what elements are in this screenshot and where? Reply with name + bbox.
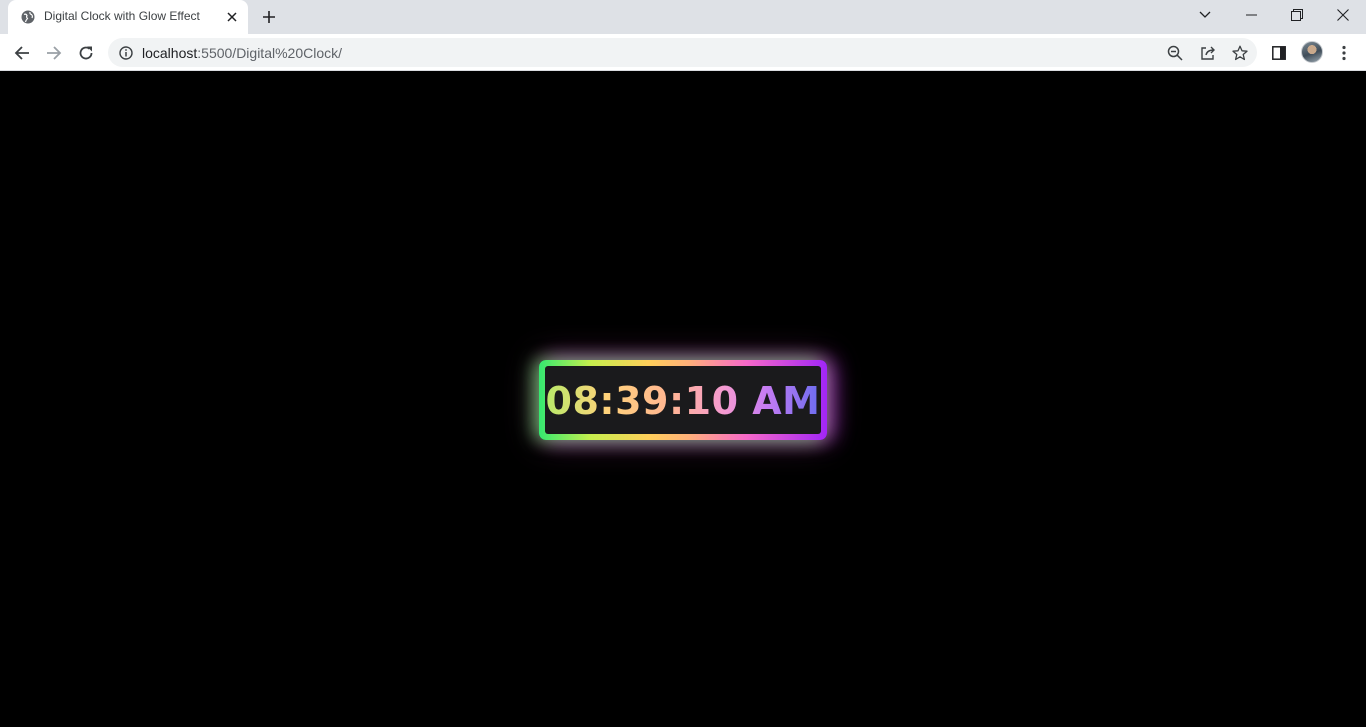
share-icon[interactable] (1199, 44, 1217, 62)
browser-toolbar: localhost:5500/Digital%20Clock/ (0, 34, 1366, 71)
globe-icon (21, 10, 35, 24)
profile-avatar[interactable] (1301, 41, 1323, 63)
minimize-icon[interactable] (1228, 0, 1274, 30)
clock-glow-frame: 08:39:10 AM (539, 360, 827, 440)
site-info-icon[interactable] (118, 45, 134, 61)
tab-strip: Digital Clock with Glow Effect (0, 0, 1366, 34)
clock-face: 08:39:10 AM (545, 366, 821, 434)
side-panel-icon[interactable] (1266, 40, 1292, 66)
new-tab-button[interactable] (260, 8, 278, 26)
close-icon[interactable] (1320, 0, 1366, 30)
page-viewport: 08:39:10 AM (0, 71, 1366, 727)
reload-icon[interactable] (73, 40, 99, 66)
clock-time: 08:39:10 AM (545, 379, 821, 423)
back-icon[interactable] (9, 40, 35, 66)
address-bar[interactable]: localhost:5500/Digital%20Clock/ (108, 38, 1257, 67)
bookmark-star-icon[interactable] (1231, 44, 1249, 62)
tab-close-icon[interactable] (224, 9, 240, 25)
restore-icon[interactable] (1274, 0, 1320, 30)
url-path: :5500/Digital%20Clock/ (197, 45, 343, 61)
forward-icon[interactable] (41, 40, 67, 66)
menu-icon[interactable] (1331, 40, 1357, 66)
zoom-icon[interactable] (1166, 44, 1184, 62)
url-text[interactable]: localhost:5500/Digital%20Clock/ (142, 45, 342, 61)
tab-search-icon[interactable] (1182, 0, 1228, 30)
url-host: localhost (142, 45, 198, 61)
browser-tab[interactable]: Digital Clock with Glow Effect (8, 0, 248, 34)
tab-title: Digital Clock with Glow Effect (44, 9, 200, 23)
